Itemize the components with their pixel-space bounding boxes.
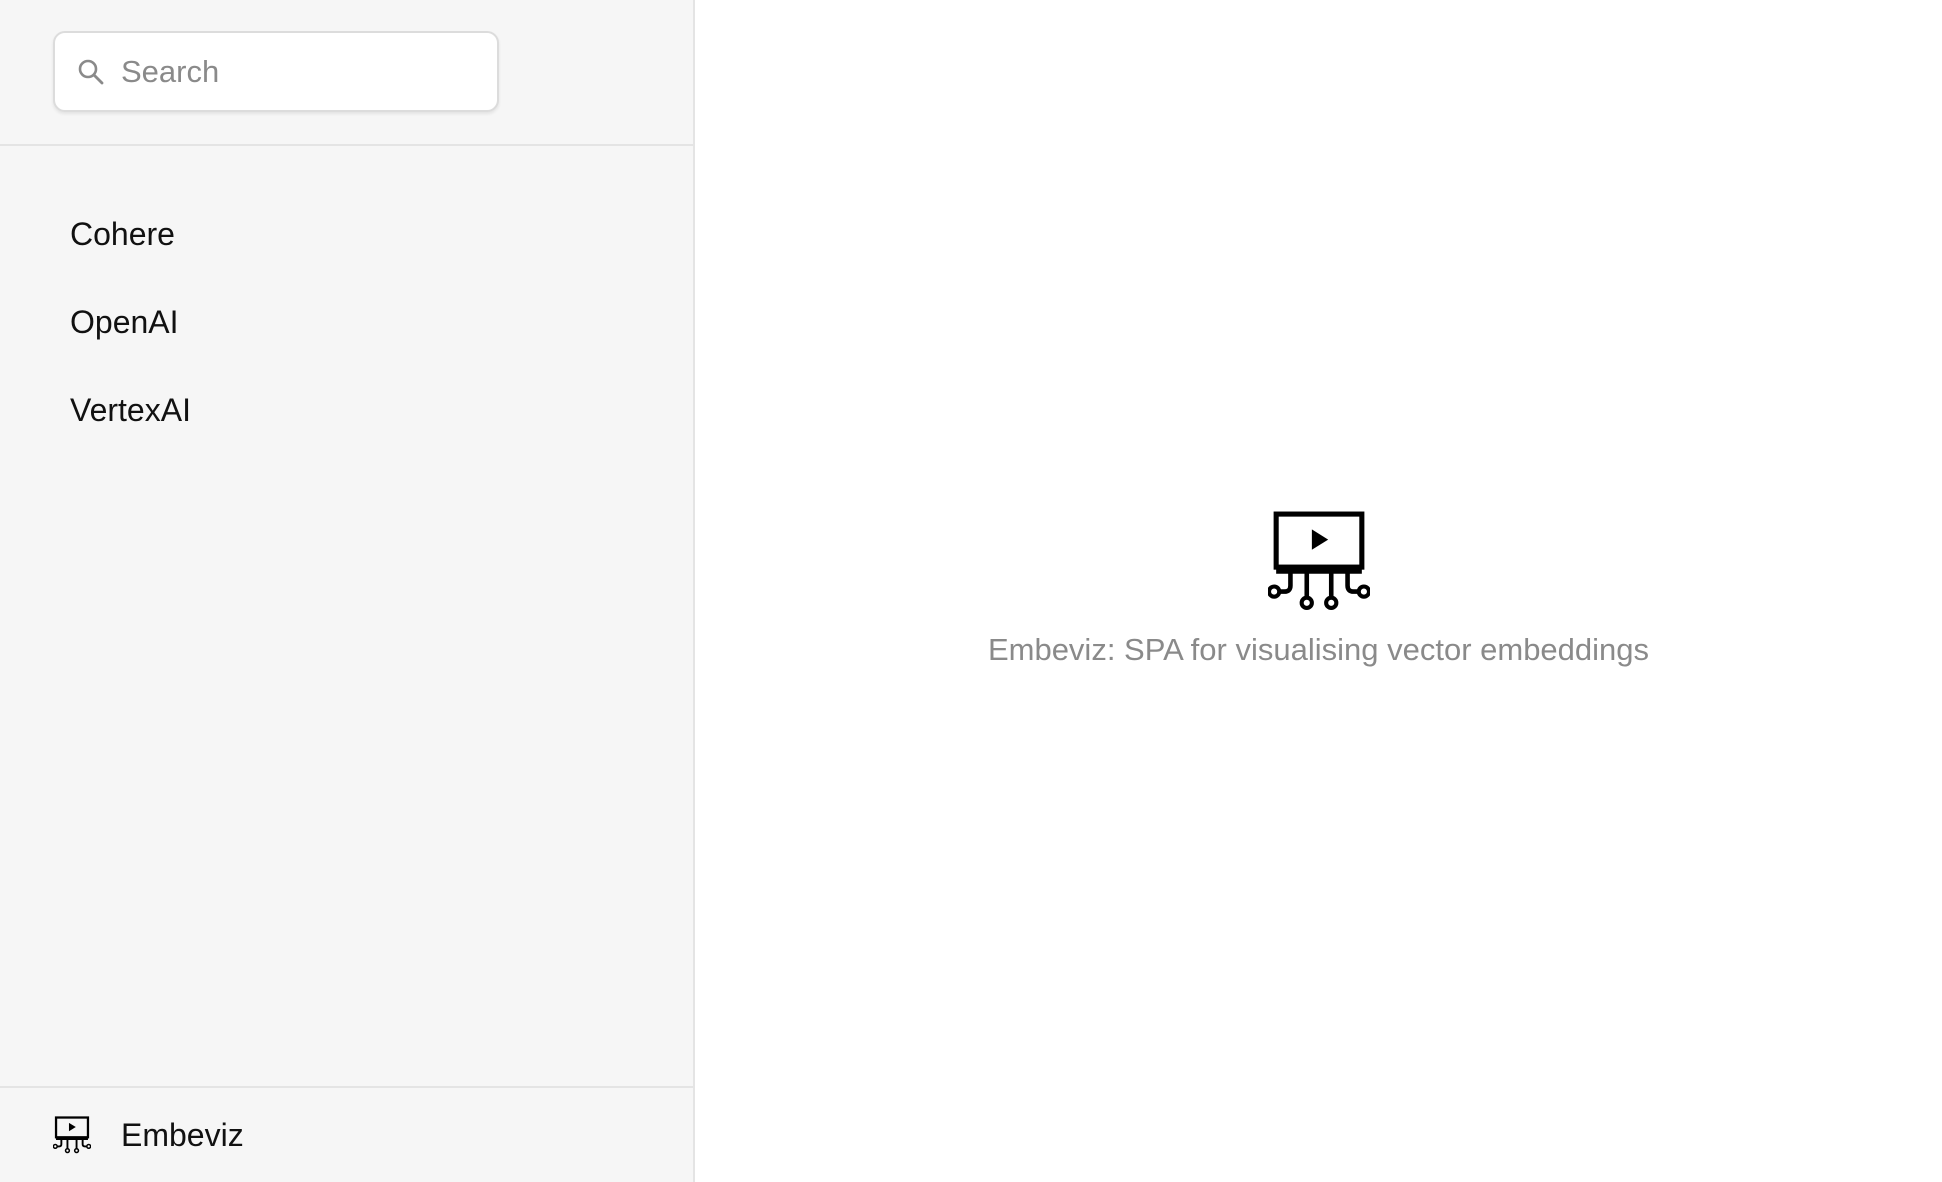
sidebar-item-openai[interactable]: OpenAI xyxy=(0,278,693,366)
sidebar-item-label: VertexAI xyxy=(70,391,191,428)
sidebar-item-label: Cohere xyxy=(70,215,175,252)
sidebar-item-cohere[interactable]: Cohere xyxy=(0,190,693,278)
main-content: Embeviz: SPA for visualising vector embe… xyxy=(695,0,1942,1182)
search-icon xyxy=(75,56,107,88)
empty-state: Embeviz: SPA for visualising vector embe… xyxy=(695,510,1942,668)
app-title: Embeviz xyxy=(121,1116,244,1153)
sidebar-footer[interactable]: Embeviz xyxy=(0,1086,693,1182)
embeviz-logo-icon xyxy=(52,1116,92,1154)
tagline: Embeviz: SPA for visualising vector embe… xyxy=(987,632,1650,667)
sidebar-item-label: OpenAI xyxy=(70,303,179,340)
search-input[interactable] xyxy=(121,53,481,90)
embeviz-logo-icon xyxy=(1266,510,1371,612)
search-box[interactable] xyxy=(53,31,499,112)
sidebar-item-vertexai[interactable]: VertexAI xyxy=(0,366,693,454)
sidebar: Cohere OpenAI VertexAI xyxy=(0,0,695,1182)
app-window: Cohere OpenAI VertexAI xyxy=(0,0,1942,1182)
provider-list: Cohere OpenAI VertexAI xyxy=(0,146,693,1086)
sidebar-header xyxy=(0,0,693,146)
